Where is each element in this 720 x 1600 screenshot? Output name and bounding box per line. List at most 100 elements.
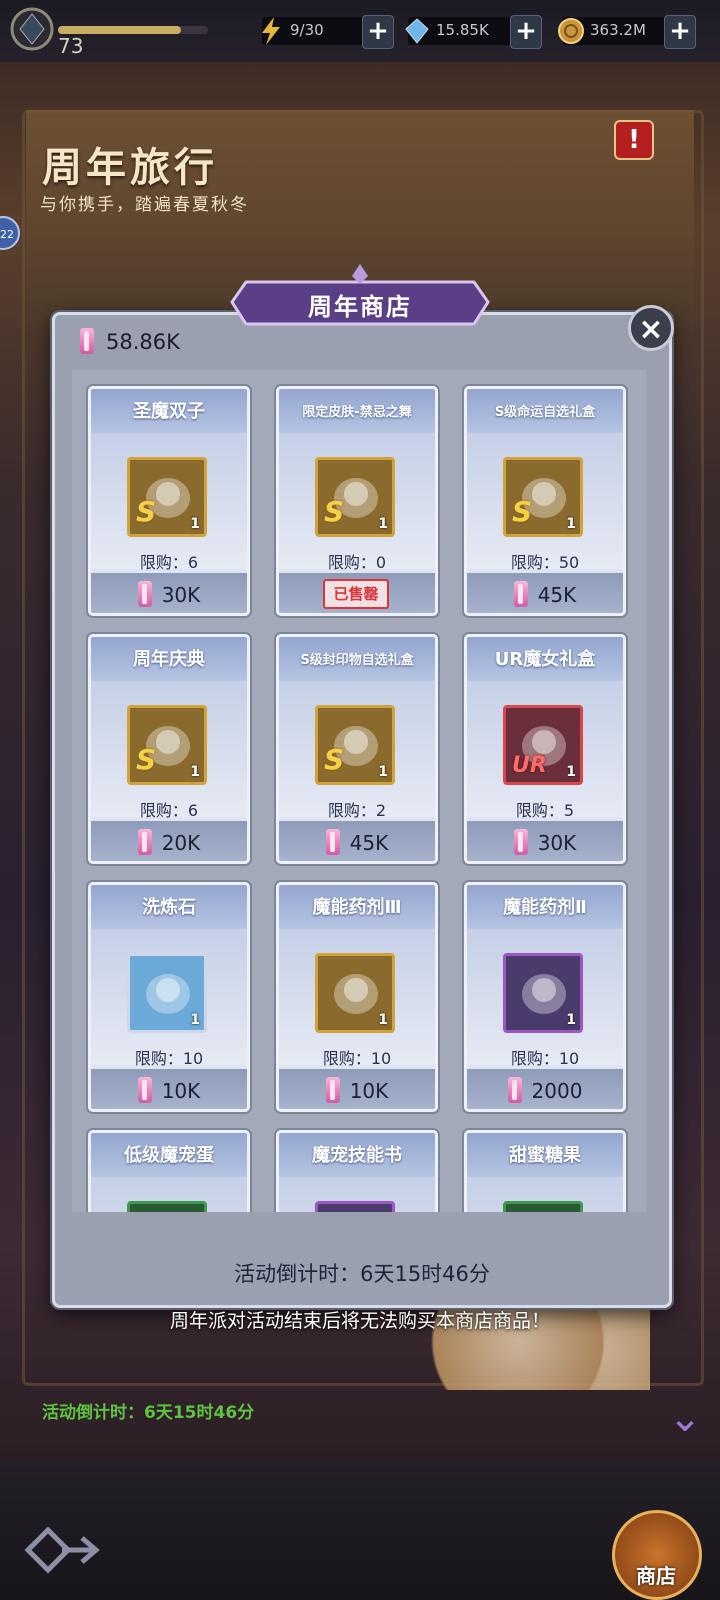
- ticket-icon: [513, 581, 528, 607]
- close-button[interactable]: ×: [628, 305, 674, 351]
- item-name: 甜蜜糖果: [509, 1145, 581, 1166]
- item-quantity: 1: [378, 516, 388, 532]
- event-subtitle: 与你携手，踏遍春夏秋冬: [40, 195, 249, 215]
- item-name: 圣魔双子: [133, 401, 205, 422]
- item-icon-frame[interactable]: [127, 1201, 207, 1212]
- item-icon-frame[interactable]: 1: [503, 953, 583, 1033]
- price-value: 30K: [537, 831, 577, 855]
- purchase-limit: 限购：6: [139, 553, 199, 572]
- item-quantity: 1: [378, 764, 388, 780]
- shop-item-card[interactable]: UR魔女礼盒 UR 1 限购：5 30K: [464, 634, 626, 864]
- item-quantity: 1: [190, 764, 200, 780]
- back-icon[interactable]: [22, 1520, 102, 1580]
- item-name: 魔能药剂Ⅱ: [503, 897, 587, 918]
- gem-counter: 15.85K +: [405, 15, 542, 49]
- item-name: 洗炼石: [142, 897, 196, 918]
- shop-item-card[interactable]: 周年庆典 S 1 限购：6 20K: [88, 634, 250, 864]
- xp-fill: [58, 26, 181, 34]
- shop-item-grid[interactable]: 圣魔双子 S 1 限购：6 30K 限定皮肤-禁忌之舞 S 1 限购：0 已售罄 S级命运自选礼盒 S…: [72, 370, 646, 1212]
- item-quantity: 1: [190, 1012, 200, 1028]
- purchase-limit: 限购：5: [515, 801, 575, 820]
- price-bar[interactable]: 10K: [91, 1069, 247, 1109]
- shop-item-card[interactable]: 魔能药剂Ⅱ 1 限购：10 2000: [464, 882, 626, 1112]
- price-value: 2000: [531, 1079, 583, 1103]
- item-icon-frame[interactable]: S1: [315, 457, 395, 537]
- shop-item-card[interactable]: 圣魔双子 S 1 限购：6 30K: [88, 386, 250, 616]
- ticket-icon: [507, 1077, 522, 1103]
- item-quantity: 1: [566, 1012, 576, 1028]
- shop-title: 周年商店: [308, 293, 412, 321]
- purchase-limit: 限购：0: [327, 553, 387, 572]
- shop-item-card[interactable]: 甜蜜糖果: [464, 1130, 626, 1212]
- ticket-icon: [325, 1077, 340, 1103]
- price-bar[interactable]: 2000: [467, 1069, 623, 1109]
- item-name: 周年庆典: [133, 649, 205, 670]
- shop-countdown: 活动倒计时：6天15时46分: [234, 1262, 490, 1286]
- avatar[interactable]: [4, 4, 60, 54]
- shop-nav-label[interactable]: 商店: [616, 1560, 696, 1589]
- item-icon-frame[interactable]: 1: [127, 953, 207, 1033]
- item-price: 45K: [279, 829, 435, 855]
- rank-badge: S: [324, 495, 345, 528]
- egg-icon: [138, 1210, 198, 1212]
- price-bar[interactable]: 45K: [467, 573, 623, 613]
- rank-badge: S: [324, 743, 345, 776]
- price-bar[interactable]: 20K: [91, 821, 247, 861]
- item-icon-frame[interactable]: 1: [315, 953, 395, 1033]
- ticket-icon: [80, 328, 94, 354]
- price-bar[interactable]: 10K: [279, 1069, 435, 1109]
- item-icon-frame[interactable]: S1: [127, 457, 207, 537]
- shop-item-card[interactable]: 洗炼石 1 限购：10 10K: [88, 882, 250, 1112]
- item-price: 2000: [467, 1077, 623, 1103]
- item-name: S级命运自选礼盒: [494, 405, 596, 420]
- sold-out-stamp: 已售罄: [323, 579, 389, 609]
- price-value: 30K: [161, 583, 201, 607]
- alert-icon[interactable]: !: [614, 120, 654, 160]
- item-price: 20K: [91, 829, 247, 855]
- item-name: 限定皮肤-禁忌之舞: [302, 405, 412, 420]
- shop-item-card[interactable]: S级封印物自选礼盒 S 1 限购：2 45K: [276, 634, 438, 864]
- item-icon-frame[interactable]: S1: [315, 705, 395, 785]
- rank-badge: S: [136, 495, 157, 528]
- price-bar[interactable]: 30K: [467, 821, 623, 861]
- purchase-limit: 限购：2: [327, 801, 387, 820]
- shop-item-card[interactable]: 限定皮肤-禁忌之舞 S 1 限购：0 已售罄: [276, 386, 438, 616]
- item-price: 10K: [279, 1077, 435, 1103]
- shop-item-card[interactable]: 魔能药剂Ⅲ 1 限购：10 10K: [276, 882, 438, 1112]
- add-energy-button[interactable]: +: [362, 15, 394, 49]
- price-bar[interactable]: 45K: [279, 821, 435, 861]
- player-level: 73: [58, 34, 84, 58]
- item-price: 10K: [91, 1077, 247, 1103]
- purchase-limit: 限购：6: [139, 801, 199, 820]
- event-title: 周年旅行: [42, 145, 218, 191]
- rank-badge: UR: [512, 753, 547, 778]
- price-bar[interactable]: 30K: [91, 573, 247, 613]
- add-gold-button[interactable]: +: [664, 15, 696, 49]
- item-icon-frame[interactable]: UR 1: [503, 705, 583, 785]
- balance-value: 58.86K: [106, 330, 180, 354]
- item-name: 低级魔宠蛋: [124, 1145, 214, 1166]
- purchase-limit: 限购：50: [510, 553, 580, 572]
- item-name: 魔能药剂Ⅲ: [312, 897, 402, 918]
- xp-bar: [58, 26, 208, 34]
- add-gems-button[interactable]: +: [510, 15, 542, 49]
- item-icon-frame[interactable]: [315, 1201, 395, 1212]
- price-value: 10K: [161, 1079, 201, 1103]
- chevron-down-icon[interactable]: ⌄: [662, 1398, 708, 1438]
- shop-item-card[interactable]: S级命运自选礼盒 S 1 限购：50 45K: [464, 386, 626, 616]
- item-price: 30K: [91, 581, 247, 607]
- gold-counter: 363.2M +: [558, 15, 696, 49]
- item-icon-frame[interactable]: [503, 1201, 583, 1212]
- potion-icon: [522, 974, 566, 1014]
- energy-counter: 9/30 +: [262, 15, 394, 49]
- price-bar[interactable]: 已售罄: [279, 573, 435, 613]
- currency-balance: 58.86K: [80, 328, 180, 358]
- item-icon-frame[interactable]: S1: [127, 705, 207, 785]
- purchase-limit: 限购：10: [510, 1049, 580, 1068]
- item-price: 45K: [467, 581, 623, 607]
- shop-item-card[interactable]: 低级魔宠蛋: [88, 1130, 250, 1212]
- energy-value: 9/30: [290, 21, 324, 39]
- coin-icon: [558, 18, 584, 44]
- item-icon-frame[interactable]: S1: [503, 457, 583, 537]
- shop-item-card[interactable]: 魔宠技能书: [276, 1130, 438, 1212]
